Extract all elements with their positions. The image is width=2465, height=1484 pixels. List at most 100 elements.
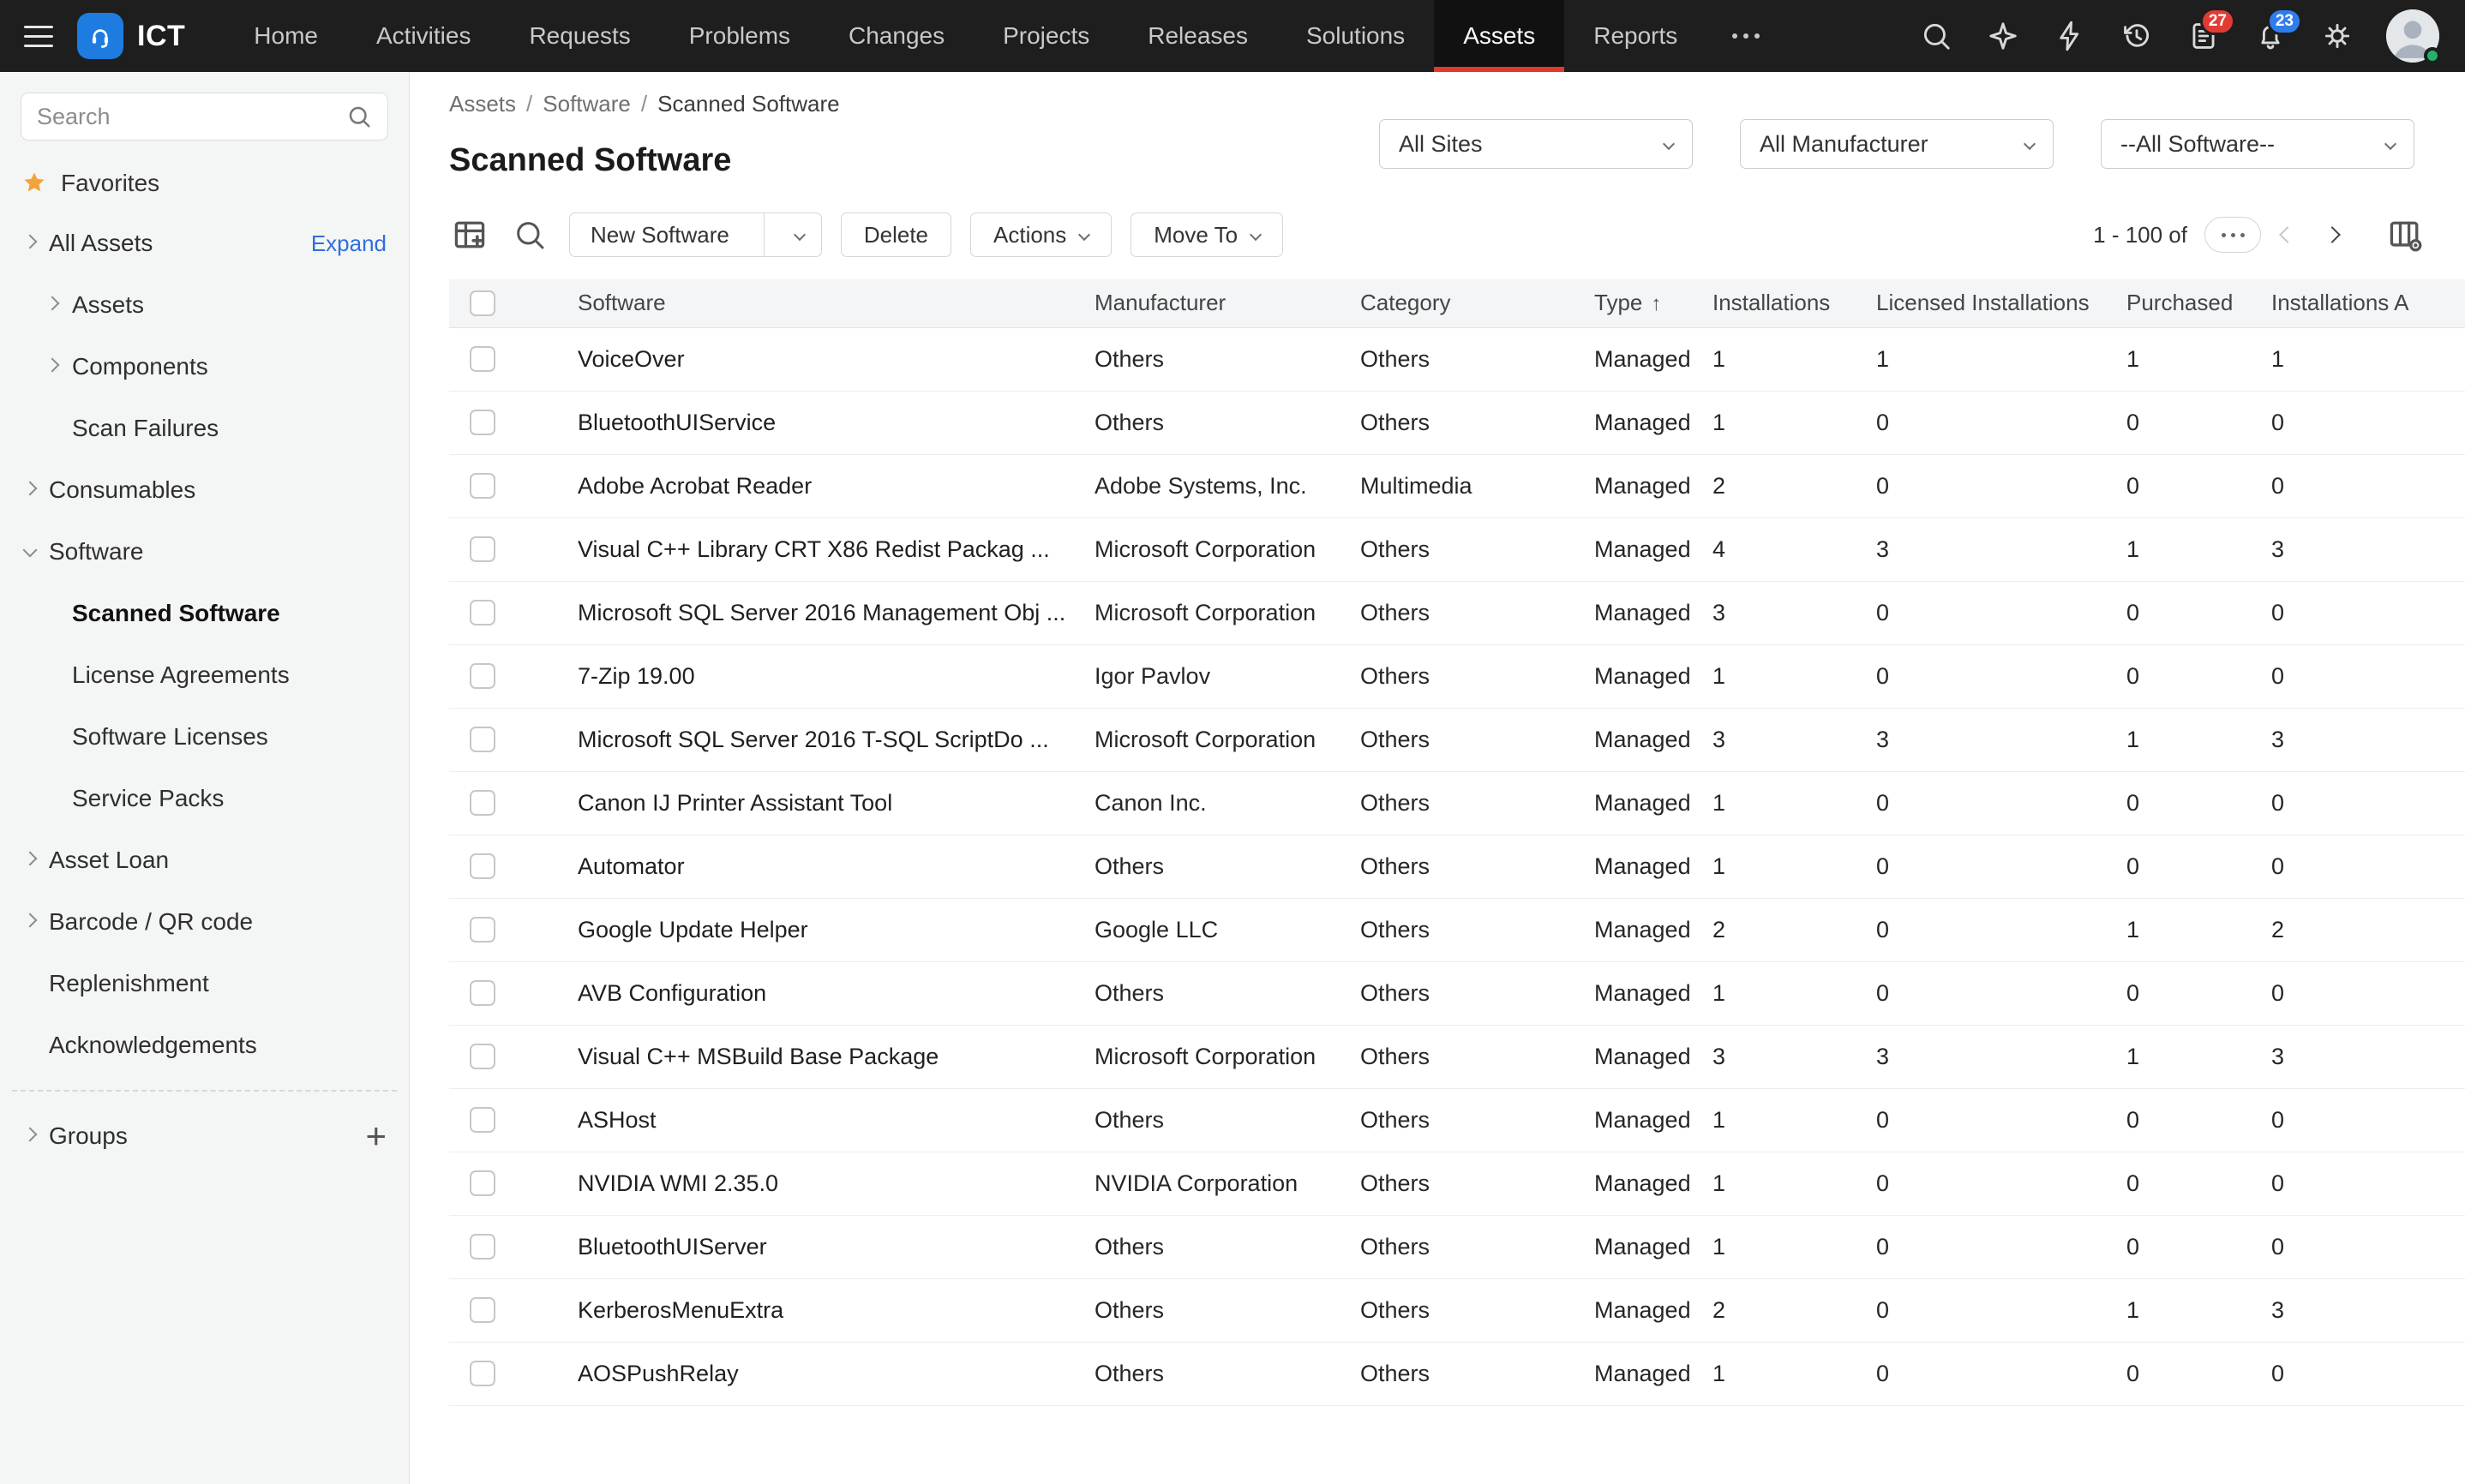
row-checkbox[interactable]: [470, 1297, 495, 1323]
column-header-software[interactable]: Software: [578, 279, 1095, 327]
select-all-checkbox[interactable]: [470, 290, 495, 316]
cell-software[interactable]: AOSPushRelay: [578, 1342, 1095, 1405]
sidebar-item-groups[interactable]: Groups+: [0, 1105, 409, 1167]
column-chooser-button[interactable]: [2384, 214, 2426, 255]
row-checkbox[interactable]: [470, 1361, 495, 1386]
sidebar-item-components[interactable]: Components: [0, 336, 409, 398]
breadcrumb-segment[interactable]: Assets: [449, 91, 516, 117]
sidebar-item-asset-loan[interactable]: Asset Loan: [0, 829, 409, 891]
cell-software[interactable]: Adobe Acrobat Reader: [578, 454, 1095, 518]
sidebar-item-acknowledgements[interactable]: Acknowledgements: [0, 1014, 409, 1076]
cell-software[interactable]: KerberosMenuExtra: [578, 1278, 1095, 1342]
sidebar-item-scanned-software[interactable]: Scanned Software: [0, 583, 409, 644]
row-checkbox[interactable]: [470, 980, 495, 1006]
next-page-button[interactable]: [2314, 229, 2350, 241]
nav-item-releases[interactable]: Releases: [1119, 0, 1277, 72]
user-avatar[interactable]: [2386, 9, 2439, 63]
row-checkbox[interactable]: [470, 410, 495, 435]
nav-item-projects[interactable]: Projects: [974, 0, 1119, 72]
nav-item-solutions[interactable]: Solutions: [1277, 0, 1434, 72]
hamburger-menu-button[interactable]: [0, 0, 77, 72]
sidebar-item-software[interactable]: Software: [0, 521, 409, 583]
history-icon[interactable]: [2119, 18, 2155, 54]
move-to-button[interactable]: Move To: [1131, 212, 1283, 257]
nav-item-problems[interactable]: Problems: [660, 0, 819, 72]
cell-software[interactable]: BluetoothUIService: [578, 391, 1095, 454]
column-header-installations[interactable]: Installations: [1712, 279, 1876, 327]
tasks-icon[interactable]: 27: [2186, 18, 2222, 54]
breadcrumb-segment[interactable]: Software: [543, 91, 631, 117]
cell-software[interactable]: Visual C++ MSBuild Base Package: [578, 1025, 1095, 1088]
new-software-button[interactable]: New Software: [569, 212, 822, 257]
lightning-icon[interactable]: [2052, 18, 2088, 54]
nav-item-requests[interactable]: Requests: [500, 0, 659, 72]
nav-item-reports[interactable]: Reports: [1564, 0, 1706, 72]
cell-software[interactable]: ASHost: [578, 1088, 1095, 1152]
row-checkbox[interactable]: [470, 790, 495, 816]
gear-icon[interactable]: [2319, 18, 2355, 54]
nav-item-home[interactable]: Home: [225, 0, 347, 72]
sidebar-item-consumables[interactable]: Consumables: [0, 459, 409, 521]
cell-software[interactable]: Microsoft SQL Server 2016 T-SQL ScriptDo…: [578, 708, 1095, 771]
row-checkbox[interactable]: [470, 1234, 495, 1260]
column-header-manufacturer[interactable]: Manufacturer: [1095, 279, 1360, 327]
actions-button[interactable]: Actions: [970, 212, 1112, 257]
expand-link[interactable]: Expand: [311, 230, 387, 257]
sidebar-search-input[interactable]: [37, 104, 346, 130]
row-checkbox[interactable]: [470, 853, 495, 879]
delete-button[interactable]: Delete: [841, 212, 951, 257]
add-group-button[interactable]: +: [365, 1118, 387, 1154]
cell-software[interactable]: Microsoft SQL Server 2016 Management Obj…: [578, 581, 1095, 644]
row-checkbox[interactable]: [470, 1044, 495, 1069]
sidebar-item-scan-failures[interactable]: Scan Failures: [0, 398, 409, 459]
column-header-type[interactable]: Type↑: [1594, 279, 1712, 327]
sidebar-item-assets[interactable]: Assets: [0, 274, 409, 336]
row-checkbox[interactable]: [470, 536, 495, 562]
nav-item-activities[interactable]: Activities: [347, 0, 500, 72]
sidebar-item-replenishment[interactable]: Replenishment: [0, 953, 409, 1014]
row-checkbox[interactable]: [470, 1170, 495, 1196]
prev-page-button[interactable]: [2270, 229, 2306, 241]
cell-software[interactable]: 7-Zip 19.00: [578, 644, 1095, 708]
nav-more-button[interactable]: [1706, 0, 1785, 72]
row-checkbox[interactable]: [470, 600, 495, 625]
total-count-button[interactable]: [2204, 217, 2261, 253]
cell-software[interactable]: AVB Configuration: [578, 961, 1095, 1025]
cell-software[interactable]: NVIDIA WMI 2.35.0: [578, 1152, 1095, 1215]
sidebar-item-favorites[interactable]: Favorites: [21, 159, 388, 207]
nav-item-changes[interactable]: Changes: [819, 0, 974, 72]
breadcrumb-segment[interactable]: Scanned Software: [657, 91, 839, 117]
row-checkbox[interactable]: [470, 1107, 495, 1133]
sidebar-item-all-assets[interactable]: All AssetsExpand: [0, 212, 409, 274]
nav-item-assets[interactable]: Assets: [1434, 0, 1564, 72]
bell-icon[interactable]: 23: [2252, 18, 2288, 54]
list-search-icon[interactable]: [509, 214, 550, 255]
new-software-dropdown[interactable]: [778, 230, 821, 239]
filter-all-sites[interactable]: All Sites: [1379, 119, 1693, 169]
cell-software[interactable]: Visual C++ Library CRT X86 Redist Packag…: [578, 518, 1095, 581]
filter-all-software[interactable]: --All Software--: [2101, 119, 2414, 169]
row-checkbox[interactable]: [470, 346, 495, 372]
search-icon[interactable]: [346, 104, 372, 129]
row-checkbox[interactable]: [470, 727, 495, 752]
row-checkbox[interactable]: [470, 917, 495, 942]
row-checkbox[interactable]: [470, 473, 495, 499]
column-header-licensed-installations[interactable]: Licensed Installations: [1876, 279, 2126, 327]
cell-software[interactable]: Automator: [578, 835, 1095, 898]
column-header-category[interactable]: Category: [1360, 279, 1594, 327]
row-checkbox[interactable]: [470, 663, 495, 689]
sidebar-item-service-packs[interactable]: Service Packs: [0, 768, 409, 829]
search-icon[interactable]: [1918, 18, 1954, 54]
cell-software[interactable]: VoiceOver: [578, 327, 1095, 391]
cell-software[interactable]: Canon IJ Printer Assistant Tool: [578, 771, 1095, 835]
column-header-purchased[interactable]: Purchased: [2126, 279, 2271, 327]
cell-software[interactable]: Google Update Helper: [578, 898, 1095, 961]
cell-software[interactable]: BluetoothUIServer: [578, 1215, 1095, 1278]
sidebar-item-software-licenses[interactable]: Software Licenses: [0, 706, 409, 768]
column-header-installations-a[interactable]: Installations A: [2271, 279, 2465, 327]
sparkle-icon[interactable]: [1985, 18, 2021, 54]
sidebar-item-license-agreements[interactable]: License Agreements: [0, 644, 409, 706]
sidebar-item-barcode-qr-code[interactable]: Barcode / QR code: [0, 891, 409, 953]
filter-all-manufacturer[interactable]: All Manufacturer: [1740, 119, 2054, 169]
table-view-icon[interactable]: [449, 214, 490, 255]
